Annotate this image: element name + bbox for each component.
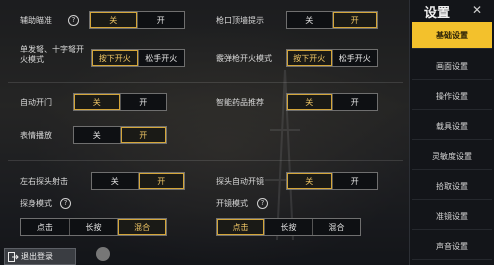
option-hold[interactable]: 长按 [265,219,313,235]
peek-shoot-label: 左右探头射击 [20,177,68,186]
option-off[interactable]: 关 [92,173,139,189]
emote-play-toggle[interactable]: 关 开 [73,126,167,144]
option-off[interactable]: 关 [287,173,333,189]
sidebar-item-sensitivity[interactable]: 灵敏度设置 [412,143,492,170]
option-on[interactable]: 开 [332,12,377,28]
option-tap[interactable]: 点击 [21,219,70,235]
option-off[interactable]: 关 [90,12,138,28]
divider [8,82,403,83]
sidebar-item-scope[interactable]: 准镜设置 [412,203,492,230]
muzzle-hint-label: 枪口顶墙提示 [216,16,264,25]
option-off[interactable]: 关 [287,12,333,28]
option-hold[interactable]: 长按 [69,219,119,235]
auto-door-toggle[interactable]: 关 开 [73,93,167,111]
smart-medicine-toggle[interactable]: 关 开 [286,93,378,111]
sidebar-item-graphics[interactable]: 画面设置 [412,53,492,80]
sidebar-title: 设置 [424,6,451,21]
support-icon[interactable] [96,247,110,261]
smart-medicine-label: 智能药品推荐 [216,98,264,107]
logout-button[interactable]: 退出登录 [4,248,76,265]
aim-assist-label: 辅助瞄准 [20,16,52,25]
help-icon[interactable]: ? [68,15,79,26]
shotgun-fire-label: 霰弹枪开火模式 [216,54,272,63]
option-press-fire[interactable]: 按下开火 [287,50,333,66]
sidebar-item-basic[interactable]: 基础设置 [412,22,492,49]
emote-play-label: 表情播放 [20,131,52,140]
option-on[interactable]: 开 [120,94,166,110]
option-off[interactable]: 关 [287,94,333,110]
option-release-fire[interactable]: 松手开火 [138,50,184,66]
settings-panel: 辅助瞄准 ? 关 开 枪口顶墙提示 关 开 单发弩、十字弩开火模式 按下开火 松… [0,0,409,265]
option-press-fire[interactable]: 按下开火 [92,50,139,66]
help-icon[interactable]: ? [257,198,268,209]
option-off[interactable]: 关 [74,94,121,110]
option-mixed[interactable]: 混合 [313,219,360,235]
option-release-fire[interactable]: 松手开火 [332,50,377,66]
shotgun-fire-toggle[interactable]: 按下开火 松手开火 [286,49,378,67]
logout-icon [5,249,21,264]
sidebar-item-sound[interactable]: 声音设置 [412,233,492,260]
scope-mode-label: 开镜模式 [216,199,248,208]
logout-label: 退出登录 [21,252,53,261]
peek-auto-scope-toggle[interactable]: 关 开 [286,172,378,190]
peek-mode-selector[interactable]: 点击 长按 混合 [20,218,167,236]
peek-shoot-toggle[interactable]: 关 开 [91,172,185,190]
option-on[interactable]: 开 [138,173,184,189]
muzzle-hint-toggle[interactable]: 关 开 [286,11,378,29]
option-mixed[interactable]: 混合 [118,219,167,235]
help-icon[interactable]: ? [60,198,71,209]
sidebar-item-controls[interactable]: 操作设置 [412,83,492,110]
sidebar-item-vehicle[interactable]: 载具设置 [412,113,492,140]
option-on[interactable]: 开 [137,12,184,28]
option-on[interactable]: 开 [332,173,377,189]
aim-assist-toggle[interactable]: 关 开 [89,11,185,29]
option-on[interactable]: 开 [332,94,377,110]
option-off[interactable]: 关 [74,127,121,143]
peek-auto-scope-label: 探头自动开镜 [216,177,264,186]
option-on[interactable]: 开 [120,127,166,143]
divider [8,160,403,161]
auto-door-label: 自动开门 [20,98,52,107]
fire-mode-toggle[interactable]: 按下开火 松手开火 [91,49,185,67]
option-tap[interactable]: 点击 [217,219,265,235]
peek-mode-label: 探身模式 [20,199,52,208]
fire-mode-label: 单发弩、十字弩开火模式 [20,45,84,64]
sidebar-item-pickup[interactable]: 拾取设置 [412,173,492,200]
scope-mode-selector[interactable]: 点击 长按 混合 [216,218,361,236]
close-icon[interactable]: ✕ [466,3,488,17]
